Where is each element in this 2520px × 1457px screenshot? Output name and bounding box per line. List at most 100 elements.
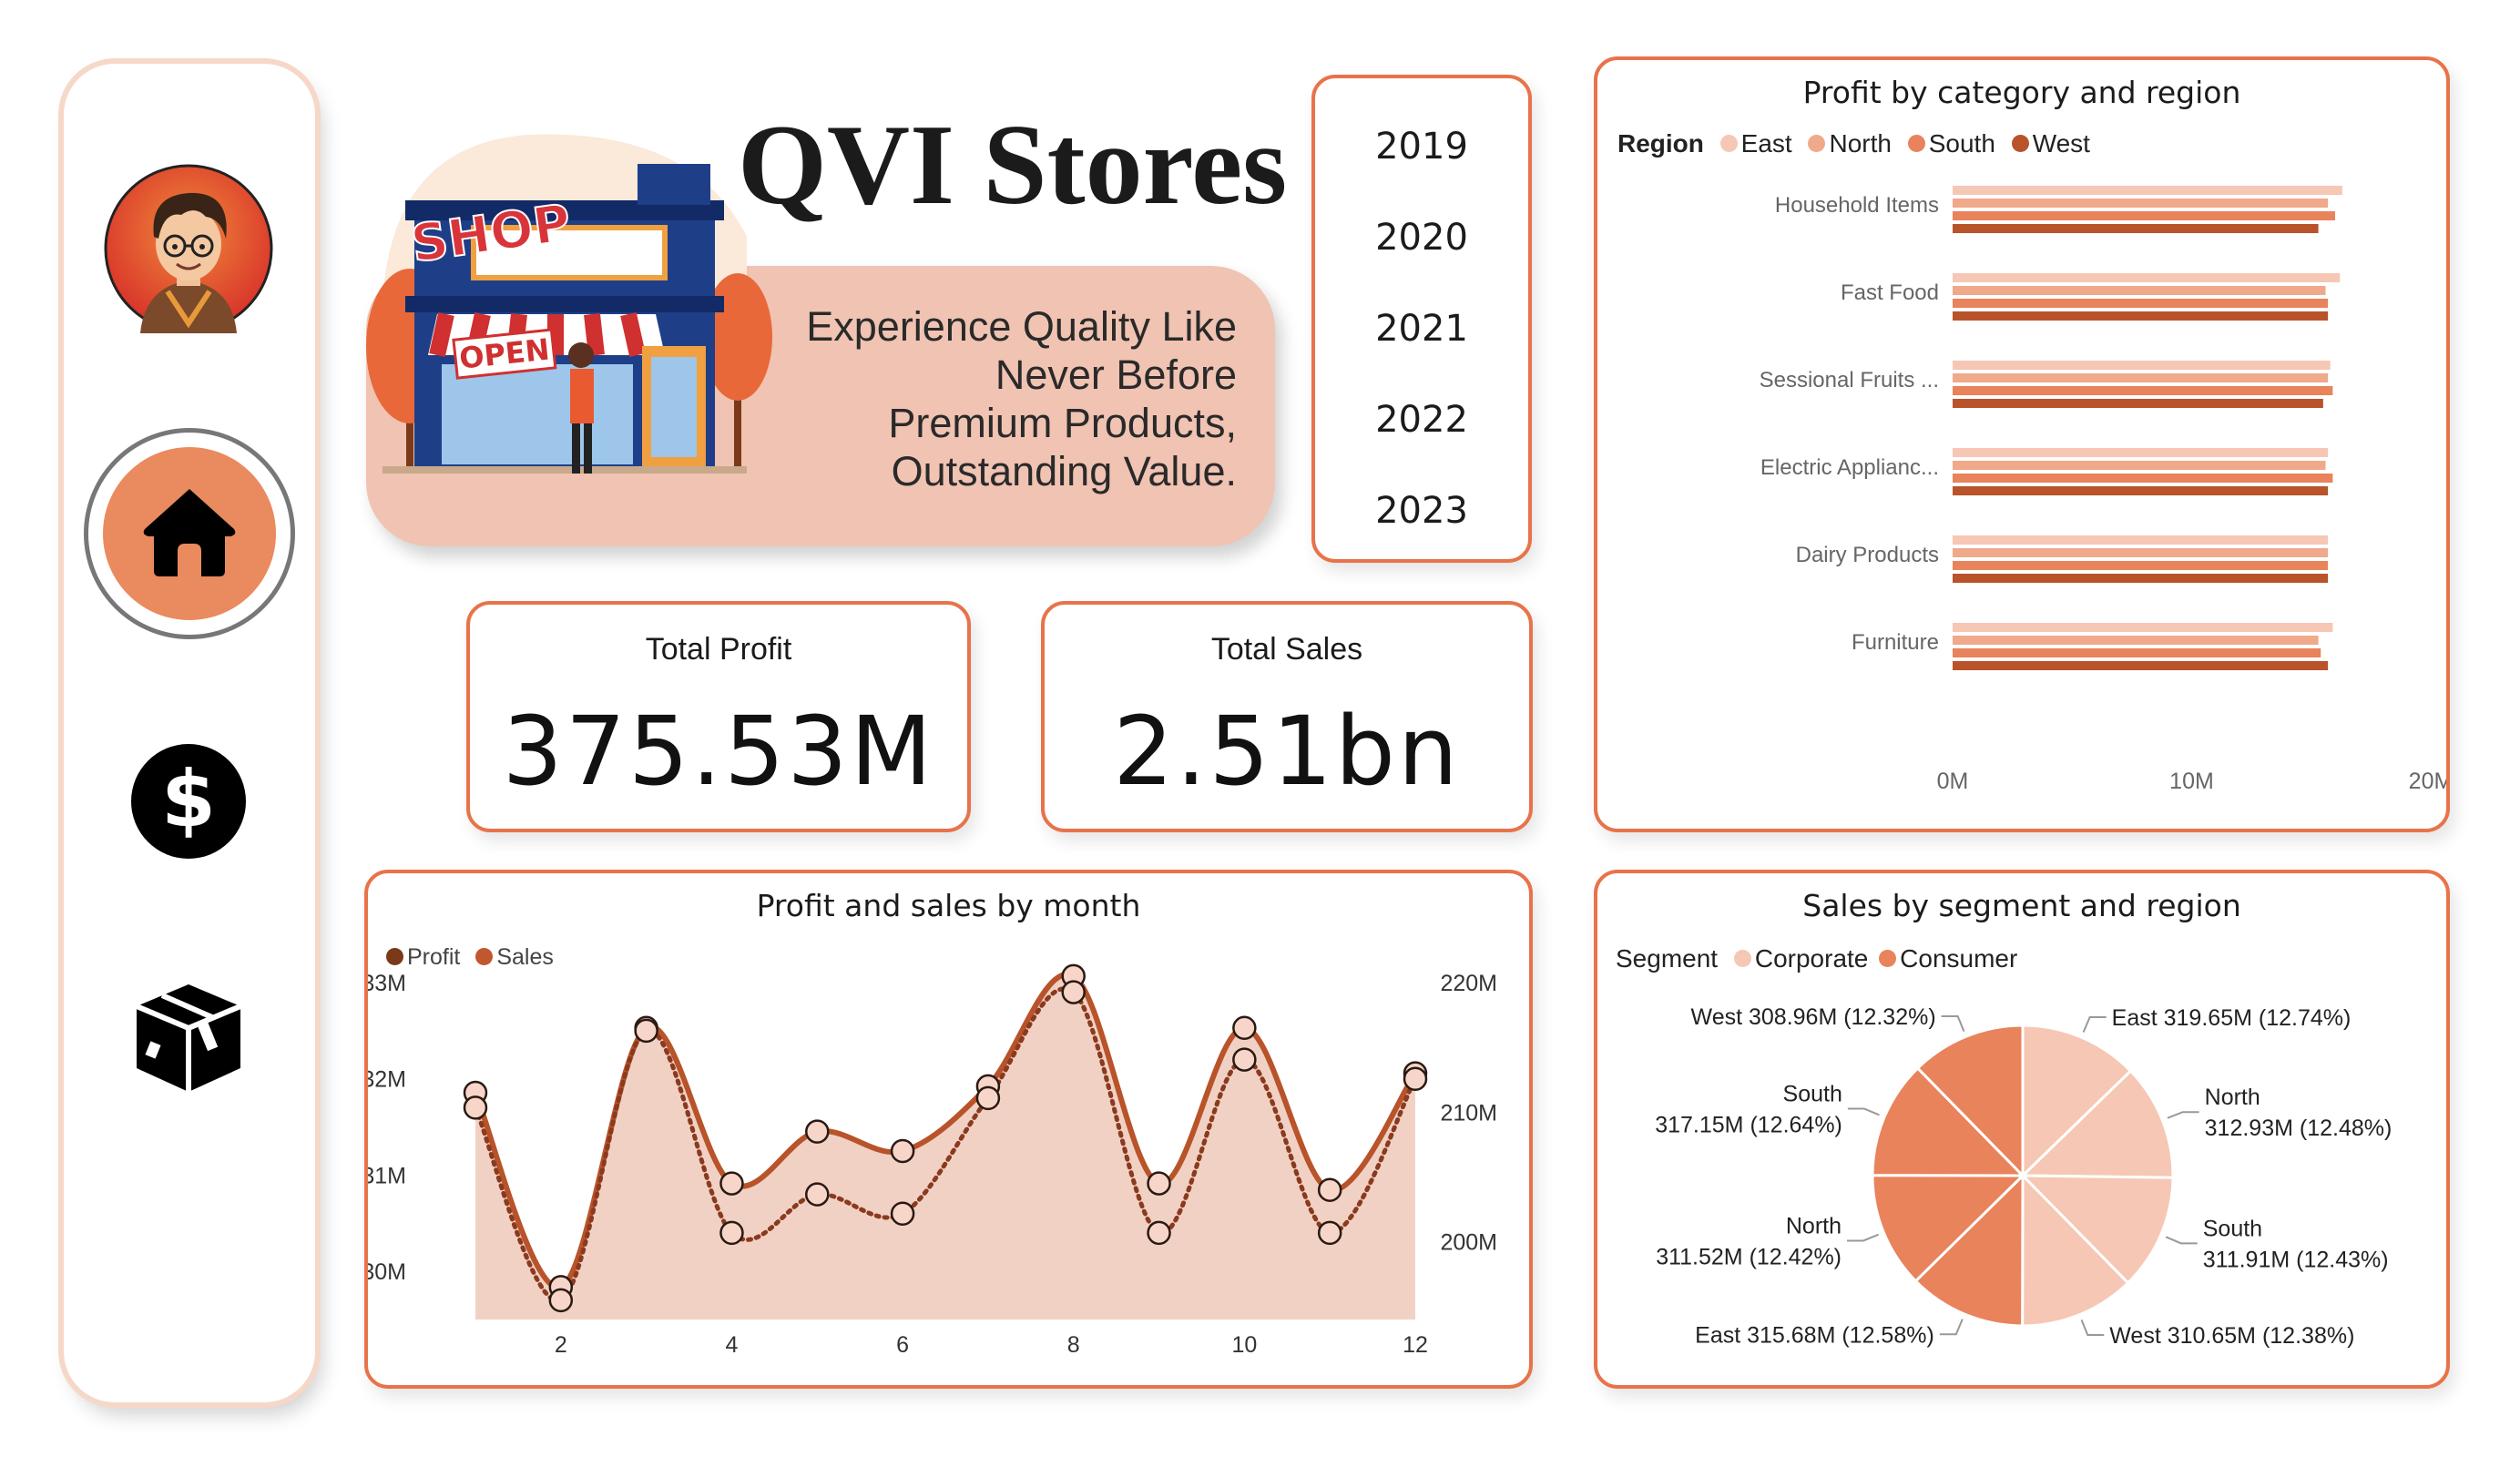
category-label: Furniture <box>1852 630 1939 655</box>
pie-data-label: 311.91M (12.43%) <box>2203 1247 2389 1272</box>
sales-by-segment-chart: Sales by segment and region Segment Corp… <box>1594 870 2450 1389</box>
sales-area <box>475 973 1415 1319</box>
y-left-tick-label: 33M <box>368 971 406 996</box>
bar <box>1953 474 2333 483</box>
kpi-label: Total Sales <box>1210 632 1363 667</box>
bar <box>1953 448 2329 457</box>
kpi-value: 2.51bn <box>1113 696 1461 807</box>
bar <box>1953 286 2326 295</box>
pie-data-label: East 315.68M (12.58%) <box>1695 1322 1934 1348</box>
avatar[interactable] <box>104 164 273 333</box>
profit-point <box>975 1085 1001 1111</box>
pie-leader-line <box>2080 1319 2105 1337</box>
kpi-value: 375.53M <box>502 696 935 807</box>
category-label: Sessional Fruits ... <box>1760 368 1939 392</box>
x-tick-label: 20M <box>2409 769 2446 794</box>
y-right-tick-label: 200M <box>1440 1230 1497 1256</box>
x-tick-label: 2 <box>555 1332 567 1358</box>
pie-chart-plot: East 319.65M (12.74%) North 312.93M (12.48… <box>1655 1004 2392 1349</box>
x-tick-label: 10 <box>1231 1332 1257 1358</box>
bar <box>1953 636 2319 645</box>
pie-data-label: 317.15M (12.64%) <box>1655 1112 1842 1137</box>
bar <box>1953 486 2329 495</box>
pie-data-label: North <box>2205 1085 2260 1110</box>
profit-sales-month-chart: Profit and sales by month Profit Sales 3… <box>364 870 1533 1389</box>
tagline-text: Experience Quality Like Never Before Pre… <box>806 303 1237 494</box>
home-icon <box>143 489 236 576</box>
x-tick-label: 10M <box>2169 769 2214 794</box>
pie-data-label: 312.93M (12.48%) <box>2205 1116 2392 1141</box>
bar <box>1953 186 2342 195</box>
sales-point <box>1147 1171 1171 1196</box>
sales-point <box>890 1138 915 1164</box>
pie-leader-line <box>1847 1233 1880 1242</box>
pie-leader-line <box>2167 1111 2199 1119</box>
category-label: Dairy Products <box>1796 543 1939 567</box>
profit-point <box>463 1095 488 1120</box>
year-option[interactable]: 2021 <box>1315 308 1528 350</box>
bar <box>1953 373 2329 382</box>
y-left-tick-label: 30M <box>368 1259 406 1285</box>
pie-leader-line <box>2082 1015 2107 1033</box>
profit-point <box>1061 980 1086 1004</box>
shop-illustration: SHOP OPEN <box>355 127 774 492</box>
year-option[interactable]: 2020 <box>1315 217 1528 259</box>
y-right-tick-label: 210M <box>1440 1100 1497 1126</box>
profit-point <box>890 1201 915 1226</box>
pie-data-label: South <box>1783 1081 1842 1106</box>
bar <box>1953 211 2335 220</box>
year-option[interactable]: 2023 <box>1315 490 1528 532</box>
bar <box>1953 548 2329 557</box>
kpi-total-sales: Total Sales 2.51bn <box>1041 601 1533 832</box>
x-tick-label: 8 <box>1067 1332 1080 1358</box>
pie-leader-line <box>1939 1319 1964 1336</box>
profit-point <box>1147 1220 1171 1246</box>
avatar-icon <box>104 164 273 333</box>
page-title: QVI Stores <box>738 102 1288 229</box>
y-left-tick-label: 32M <box>368 1067 406 1093</box>
pie-leader-line <box>1847 1107 1880 1116</box>
kpi-total-profit: Total Profit 375.53M <box>466 601 971 832</box>
y-right-tick-label: 220M <box>1440 971 1497 996</box>
bar <box>1953 386 2333 395</box>
bar <box>1953 361 2331 370</box>
year-slicer: 2019 2020 2021 2022 2023 <box>1311 75 1532 563</box>
profit-point <box>1317 1220 1342 1246</box>
category-label: Electric Applianc... <box>1760 455 1939 480</box>
nav-sales-button[interactable]: $ <box>129 742 248 861</box>
sales-point <box>805 1119 830 1144</box>
bar <box>1953 535 2329 545</box>
category-label: Fast Food <box>1841 280 1939 305</box>
line-chart-plot: 33M 32M 31M 30M 220M 210M 200M 2 4 6 8 10 12 <box>368 963 1497 1358</box>
bar <box>1953 299 2329 308</box>
pie-data-label: West 308.96M (12.32%) <box>1691 1004 1936 1030</box>
bar-chart-plot: Household Items Fast Food Sessional Fruits… <box>1760 186 2446 794</box>
pie-leader-line <box>2165 1236 2198 1245</box>
year-option[interactable]: 2019 <box>1315 126 1528 168</box>
profit-point <box>634 1018 658 1044</box>
sales-point <box>1317 1177 1342 1202</box>
svg-text:$: $ <box>161 754 216 845</box>
bar <box>1953 561 2329 570</box>
pie-data-label: West 310.65M (12.38%) <box>2109 1323 2354 1349</box>
profit-point <box>805 1182 830 1207</box>
bar <box>1953 199 2329 208</box>
pie-data-label: North <box>1786 1213 1842 1238</box>
year-option[interactable]: 2022 <box>1315 399 1528 441</box>
bar <box>1953 224 2319 233</box>
pie-data-label: South <box>2203 1216 2262 1241</box>
bar <box>1953 623 2333 632</box>
sidebar-nav: $ <box>64 64 315 1402</box>
y-left-tick-label: 31M <box>368 1163 406 1188</box>
bar <box>1953 648 2321 657</box>
profit-point <box>719 1220 744 1246</box>
pie-leader-line <box>1941 1014 1965 1033</box>
bar <box>1953 461 2326 470</box>
bar <box>1953 661 2329 670</box>
profit-by-category-chart: Profit by category and region Region Eas… <box>1594 56 2450 832</box>
nav-home-button[interactable] <box>84 428 295 639</box>
bar <box>1953 399 2323 408</box>
nav-products-button[interactable] <box>129 979 248 1097</box>
bar <box>1953 311 2329 321</box>
dollar-icon: $ <box>131 744 246 859</box>
